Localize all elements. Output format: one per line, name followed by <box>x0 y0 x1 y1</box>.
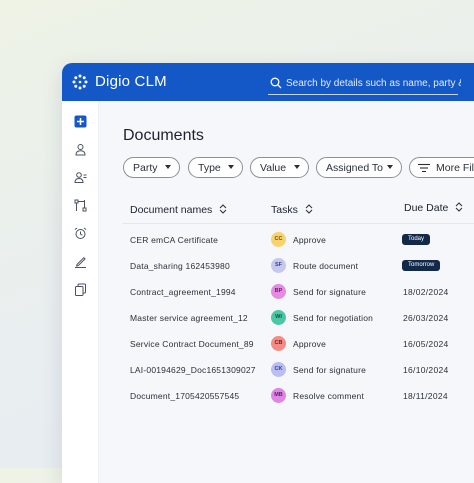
avatar: WI <box>271 310 286 325</box>
add-icon <box>74 115 86 127</box>
table-row[interactable]: Data_sharing 162453980 SF Route document… <box>123 253 474 279</box>
document-name[interactable]: Master service agreement_12 <box>130 313 248 323</box>
page-title: Documents <box>123 127 204 144</box>
chevron-down-icon <box>228 165 234 169</box>
document-name[interactable]: Data_sharing 162453980 <box>130 261 230 271</box>
filter-label: Party <box>133 161 158 174</box>
document-name[interactable]: LAI-00194629_Doc1651309027 <box>130 365 256 375</box>
task-label: Send for signature <box>293 287 367 297</box>
user-icon <box>74 143 86 155</box>
avatar: SF <box>271 258 286 273</box>
due-date: 26/03/2024 <box>403 313 449 323</box>
main-content: Documents Party Type Value Assigned To M… <box>99 101 474 483</box>
table-row[interactable]: CER emCA Certificate CC Approve Today <box>123 227 474 253</box>
due-badge: Today <box>402 234 431 245</box>
search-input[interactable] <box>286 74 461 92</box>
sidebar-item-user-group[interactable] <box>72 169 88 185</box>
task-label: Send for negotiation <box>293 313 374 323</box>
search-icon <box>270 77 282 89</box>
task-label: Resolve comment <box>293 391 365 401</box>
sidebar-item-user[interactable] <box>72 141 88 157</box>
filter-type[interactable]: Type <box>188 157 243 178</box>
app-title: Digio CLM <box>95 73 167 90</box>
due-date: 18/02/2024 <box>403 287 449 297</box>
due-date: 16/10/2024 <box>403 365 449 375</box>
task-label: Route document <box>293 261 359 271</box>
top-bar: Digio CLM <box>62 63 474 101</box>
filter-assigned-to[interactable]: Assigned To <box>316 157 402 178</box>
more-filters-button[interactable]: More Fil <box>409 157 474 178</box>
chevron-down-icon <box>387 165 393 169</box>
app-window: Digio CLM Search by details such as name… <box>62 63 474 483</box>
sort-icon <box>219 204 227 214</box>
table-header: Document names Tasks Due Date <box>123 197 474 224</box>
document-name[interactable]: Service Contract Document_89 <box>130 339 254 349</box>
sidebar-item-copy[interactable] <box>72 281 88 297</box>
sidebar <box>62 101 99 483</box>
column-header-document-names[interactable]: Document names <box>130 204 227 216</box>
sidebar-item-workflow[interactable] <box>72 197 88 213</box>
task-label: Approve <box>293 235 327 245</box>
grid-dots-icon <box>72 74 88 90</box>
chevron-down-icon <box>165 165 171 169</box>
pen-icon <box>74 256 86 268</box>
table-row[interactable]: LAI-00194629_Doc1651309027 CK Send for s… <box>123 357 474 383</box>
column-header-due-date[interactable]: Due Date <box>404 202 463 214</box>
due-badge: Tomorrow <box>402 260 441 271</box>
column-header-tasks[interactable]: Tasks <box>271 204 313 216</box>
due-date: 16/05/2024 <box>403 339 449 349</box>
workflow-icon <box>74 199 86 211</box>
filter-label: Assigned To <box>326 161 384 174</box>
filter-label: Type <box>198 161 221 174</box>
table-row[interactable]: Contract_agreement_1994 BP Send for sign… <box>123 279 474 305</box>
alarm-clock-icon <box>74 227 86 239</box>
filter-party[interactable]: Party <box>123 157 180 178</box>
table-row[interactable]: Document_1705420557545 MB Resolve commen… <box>123 383 474 409</box>
sort-icon <box>305 204 313 214</box>
due-date: 18/11/2024 <box>403 391 448 401</box>
filter-value[interactable]: Value <box>250 157 309 178</box>
document-name[interactable]: CER emCA Certificate <box>130 235 218 245</box>
document-name[interactable]: Document_1705420557545 <box>130 391 239 401</box>
document-name[interactable]: Contract_agreement_1994 <box>130 287 236 297</box>
sidebar-item-add[interactable] <box>72 113 88 129</box>
avatar: CK <box>271 362 286 377</box>
search-bar[interactable] <box>268 74 461 95</box>
filter-label: Value <box>260 161 287 174</box>
task-label: Approve <box>293 339 327 349</box>
table-row[interactable]: Service Contract Document_89 CB Approve … <box>123 331 474 357</box>
sort-icon <box>455 202 463 212</box>
chevron-down-icon <box>294 165 300 169</box>
avatar: CB <box>271 336 286 351</box>
filter-label: More Fil <box>436 161 474 174</box>
avatar: BP <box>271 284 286 299</box>
table-row[interactable]: Master service agreement_12 WI Send for … <box>123 305 474 331</box>
avatar: CC <box>271 232 286 247</box>
avatar: MB <box>271 388 286 403</box>
user-group-icon <box>73 171 86 183</box>
filter-lines-icon <box>418 163 430 173</box>
copy-icon <box>74 283 86 296</box>
task-label: Send for signature <box>293 365 367 375</box>
sidebar-item-alarm[interactable] <box>72 225 88 241</box>
sidebar-item-pen[interactable] <box>72 253 88 269</box>
